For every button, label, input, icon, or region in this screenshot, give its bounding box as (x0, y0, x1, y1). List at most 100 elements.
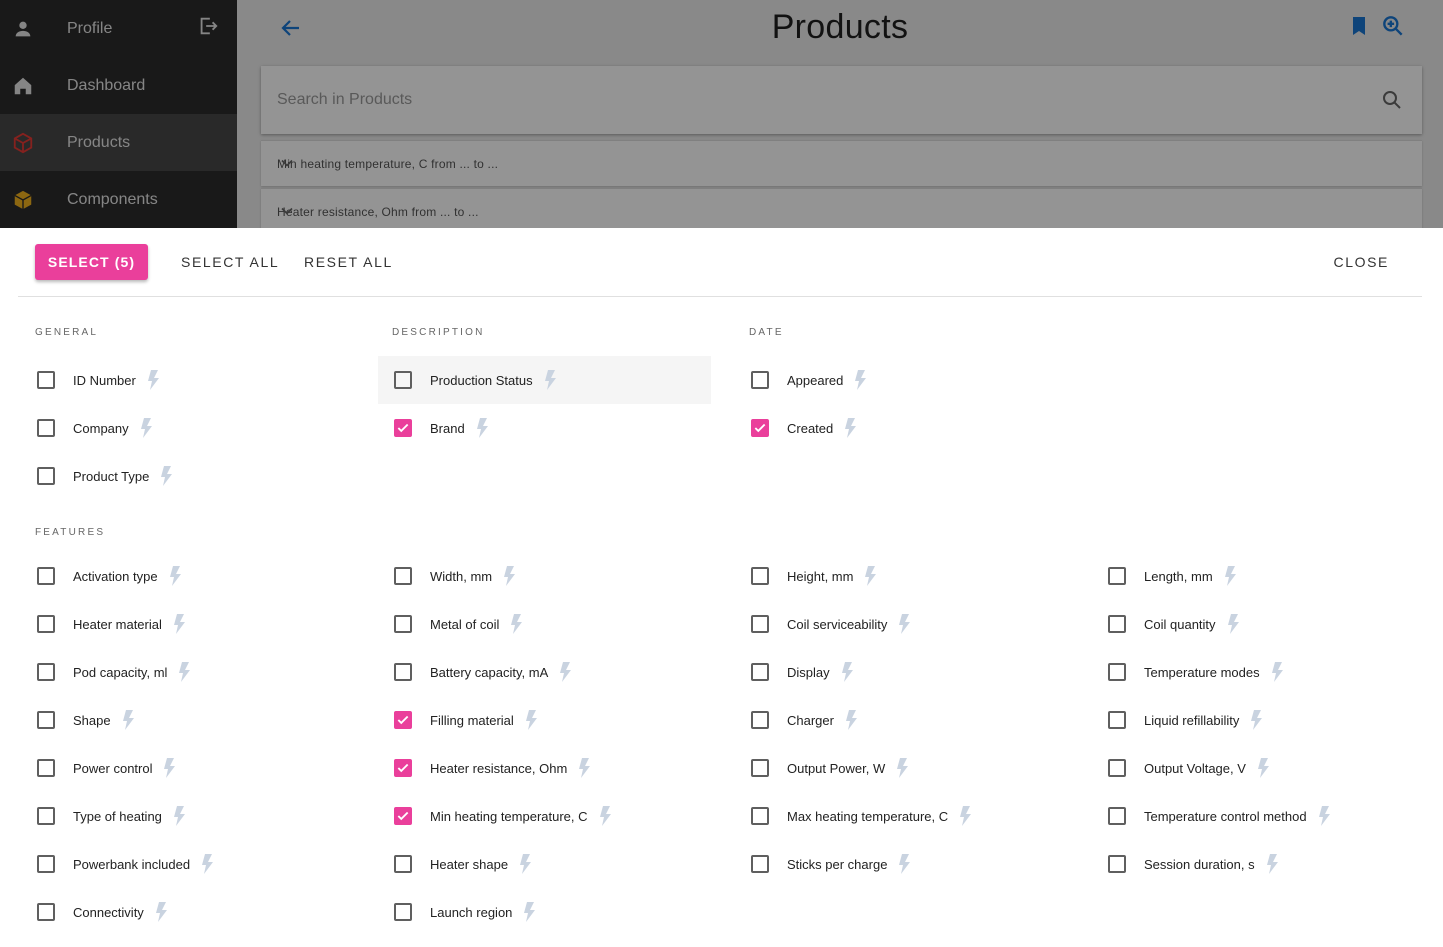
lightning-icon[interactable] (162, 757, 176, 779)
bookmark-icon[interactable] (1347, 14, 1371, 38)
checkbox-unchecked[interactable] (394, 663, 412, 681)
lightning-icon[interactable] (1226, 613, 1240, 635)
checkbox-option[interactable]: Created (751, 404, 857, 452)
lightning-icon[interactable] (139, 417, 153, 439)
checkbox-unchecked[interactable] (37, 567, 55, 585)
checkbox-unchecked[interactable] (1108, 807, 1126, 825)
lightning-icon[interactable] (843, 417, 857, 439)
logout-icon[interactable] (197, 15, 219, 37)
checkbox-option[interactable]: Width, mm (394, 552, 516, 600)
checkbox-unchecked[interactable] (751, 711, 769, 729)
lightning-icon[interactable] (1265, 853, 1279, 875)
checkbox-checked[interactable] (394, 711, 412, 729)
checkbox-option[interactable]: Coil quantity (1108, 600, 1240, 648)
checkbox-checked[interactable] (394, 759, 412, 777)
checkbox-option[interactable]: Shape (37, 696, 135, 744)
checkbox-unchecked[interactable] (751, 807, 769, 825)
sidebar-item-dashboard[interactable]: Dashboard (0, 57, 237, 114)
checkbox-unchecked[interactable] (751, 663, 769, 681)
select-all-button[interactable]: SELECT ALL (181, 244, 279, 280)
lightning-icon[interactable] (958, 805, 972, 827)
checkbox-unchecked[interactable] (37, 855, 55, 873)
lightning-icon[interactable] (543, 369, 557, 391)
lightning-icon[interactable] (863, 565, 877, 587)
checkbox-unchecked[interactable] (37, 615, 55, 633)
checkbox-checked[interactable] (751, 419, 769, 437)
checkbox-unchecked[interactable] (751, 759, 769, 777)
checkbox-unchecked[interactable] (751, 567, 769, 585)
checkbox-unchecked[interactable] (37, 903, 55, 921)
search-input[interactable]: Search in Products (277, 91, 412, 109)
lightning-icon[interactable] (840, 661, 854, 683)
checkbox-option[interactable]: Appeared (751, 356, 867, 404)
checkbox-option[interactable]: Temperature control method (1108, 792, 1331, 840)
checkbox-option[interactable]: Heater resistance, Ohm (394, 744, 591, 792)
checkbox-option[interactable]: Pod capacity, ml (37, 648, 191, 696)
sidebar-item-profile[interactable]: Profile (0, 0, 237, 57)
filter-row[interactable]: Min heating temperature, C from ... to .… (261, 140, 1422, 186)
checkbox-unchecked[interactable] (37, 711, 55, 729)
checkbox-unchecked[interactable] (751, 855, 769, 873)
zoom-search-icon[interactable] (1380, 13, 1406, 39)
checkbox-option[interactable]: Type of heating (37, 792, 186, 840)
checkbox-option[interactable]: Company (37, 404, 153, 452)
lightning-icon[interactable] (558, 661, 572, 683)
reset-all-button[interactable]: RESET ALL (304, 244, 393, 280)
checkbox-unchecked[interactable] (37, 807, 55, 825)
lightning-icon[interactable] (1256, 757, 1270, 779)
lightning-icon[interactable] (1317, 805, 1331, 827)
lightning-icon[interactable] (154, 901, 168, 923)
lightning-icon[interactable] (502, 565, 516, 587)
lightning-icon[interactable] (897, 613, 911, 635)
checkbox-unchecked[interactable] (1108, 663, 1126, 681)
checkbox-option[interactable]: Length, mm (1108, 552, 1237, 600)
checkbox-option[interactable]: Liquid refillability (1108, 696, 1263, 744)
checkbox-option[interactable]: Battery capacity, mA (394, 648, 572, 696)
checkbox-unchecked[interactable] (394, 615, 412, 633)
lightning-icon[interactable] (121, 709, 135, 731)
checkbox-option[interactable]: Metal of coil (394, 600, 523, 648)
chevron-down-icon[interactable] (277, 201, 297, 221)
checkbox-option[interactable]: Product Type (37, 452, 173, 500)
checkbox-unchecked[interactable] (394, 371, 412, 389)
lightning-icon[interactable] (146, 369, 160, 391)
checkbox-option[interactable]: Launch region (394, 888, 536, 936)
search-bar[interactable]: Search in Products (261, 66, 1422, 134)
select-button[interactable]: SELECT (5) (35, 244, 148, 280)
lightning-icon[interactable] (1223, 565, 1237, 587)
lightning-icon[interactable] (1249, 709, 1263, 731)
lightning-icon[interactable] (897, 853, 911, 875)
lightning-icon[interactable] (1270, 661, 1284, 683)
lightning-icon[interactable] (522, 901, 536, 923)
lightning-icon[interactable] (577, 757, 591, 779)
checkbox-option[interactable]: Coil serviceability (751, 600, 911, 648)
checkbox-unchecked[interactable] (37, 663, 55, 681)
checkbox-option[interactable]: Heater material (37, 600, 186, 648)
checkbox-option[interactable]: Charger (751, 696, 858, 744)
checkbox-checked[interactable] (394, 807, 412, 825)
checkbox-option[interactable]: Connectivity (37, 888, 168, 936)
lightning-icon[interactable] (200, 853, 214, 875)
sidebar-item-products[interactable]: Products (0, 114, 237, 171)
close-button[interactable]: CLOSE (1334, 244, 1389, 280)
checkbox-option[interactable]: Heater shape (394, 840, 532, 888)
lightning-icon[interactable] (177, 661, 191, 683)
checkbox-option[interactable]: Sticks per charge (751, 840, 911, 888)
lightning-icon[interactable] (844, 709, 858, 731)
checkbox-option[interactable]: Height, mm (751, 552, 877, 600)
checkbox-option[interactable]: Temperature modes (1108, 648, 1284, 696)
checkbox-unchecked[interactable] (394, 903, 412, 921)
checkbox-option[interactable]: Production Status (378, 356, 711, 404)
checkbox-option[interactable]: Powerbank included (37, 840, 214, 888)
checkbox-option[interactable]: Activation type (37, 552, 182, 600)
checkbox-option[interactable]: Min heating temperature, C (394, 792, 612, 840)
lightning-icon[interactable] (172, 805, 186, 827)
checkbox-unchecked[interactable] (1108, 567, 1126, 585)
lightning-icon[interactable] (853, 369, 867, 391)
lightning-icon[interactable] (168, 565, 182, 587)
checkbox-unchecked[interactable] (1108, 711, 1126, 729)
checkbox-option[interactable]: Output Power, W (751, 744, 909, 792)
checkbox-unchecked[interactable] (37, 419, 55, 437)
checkbox-option[interactable]: Filling material (394, 696, 538, 744)
checkbox-option[interactable]: Brand (394, 404, 489, 452)
